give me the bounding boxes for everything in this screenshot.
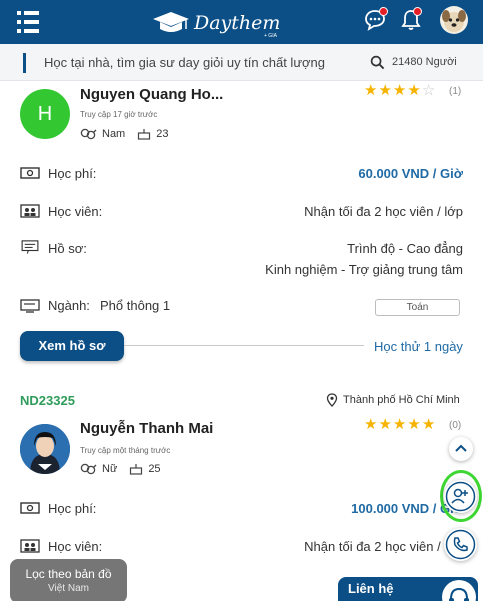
search-strip[interactable]: Học tại nhà, tìm gia sư day giỏi uy tín … <box>0 44 483 81</box>
map-filter-region: Việt Nam <box>48 583 89 594</box>
gender-text: Nữ <box>102 463 118 475</box>
add-user-icon <box>445 481 476 512</box>
daythem-logo[interactable]: Daythem + GIA <box>152 8 292 39</box>
avatar-initial: H <box>37 103 53 125</box>
location-text: Thành phố Hồ Chí Minh <box>343 394 460 406</box>
money-icon <box>20 502 40 514</box>
rating-count: (0) <box>449 420 462 431</box>
gender-age: Nữ 25 <box>80 463 161 475</box>
students-label: Học viên: <box>48 204 103 219</box>
cake-icon <box>138 129 151 140</box>
fee-label: Học phí: <box>48 166 97 181</box>
hamburger-menu-icon[interactable] <box>17 11 39 33</box>
students-value: Nhận tối đa 2 học viên / lớp <box>304 204 463 219</box>
add-user-button[interactable] <box>444 480 477 513</box>
search-icon[interactable] <box>370 55 385 70</box>
tutor-photo <box>20 424 70 474</box>
tutor-count: 21480 Người <box>392 56 457 68</box>
gender-text: Nam <box>102 128 126 140</box>
chevron-up-icon <box>455 444 467 452</box>
last-access: Truy cập 17 giờ trước <box>80 110 158 119</box>
money-icon <box>20 167 40 179</box>
map-filter-title: Lọc theo bản đồ <box>25 567 112 581</box>
call-button[interactable] <box>444 528 477 561</box>
subject-chip[interactable]: Toán <box>375 299 460 316</box>
user-avatar[interactable] <box>440 6 468 34</box>
trial-link[interactable]: Học thử 1 ngày <box>374 339 463 354</box>
rating-stars: ★★★★★ <box>364 416 437 433</box>
divider <box>124 345 364 346</box>
cake-icon <box>130 464 143 475</box>
fee-label: Học phí: <box>48 501 97 516</box>
tutor-avatar[interactable] <box>20 424 70 474</box>
graduation-cap-icon <box>153 12 189 32</box>
chat-badge <box>379 7 388 16</box>
tagline-text: Học tại nhà, tìm gia sư day giỏi uy tín … <box>44 55 326 70</box>
view-profile-button[interactable]: Xem hồ sơ <box>20 331 124 361</box>
contact-button[interactable]: Liên hệ <box>338 577 478 601</box>
headset-icon <box>442 580 476 601</box>
rating-stars: ★★★★☆ <box>364 82 437 99</box>
major-value: Phổ thông 1 <box>100 298 171 313</box>
profile-level: Trình độ - Cao đẳng <box>347 241 463 256</box>
students-label: Học viên: <box>48 539 103 554</box>
scroll-top-button[interactable] <box>449 437 473 461</box>
dog-avatar-icon <box>442 10 466 32</box>
fee-value: 60.000 VND / Giờ <box>358 166 463 181</box>
logo-text: Daythem <box>194 12 281 34</box>
accent-bar <box>23 53 26 73</box>
profile-icon <box>21 240 39 254</box>
gender-icon <box>80 463 97 475</box>
chat-icon[interactable] <box>363 7 388 32</box>
tutor-name[interactable]: Nguyễn Thanh Mai <box>80 420 213 437</box>
location: Thành phố Hồ Chí Minh <box>326 393 460 407</box>
major-label: Ngành: <box>48 298 90 313</box>
age-text: 25 <box>148 463 161 475</box>
tutor-code: ND23325 <box>20 393 75 408</box>
map-filter-button[interactable]: Lọc theo bản đồ Việt Nam <box>10 559 127 601</box>
students-value: Nhận tối đa 2 học viên / lớp <box>304 539 463 554</box>
gender-icon <box>80 128 97 140</box>
profile-label: Hồ sơ: <box>48 241 87 256</box>
gender-age: Nam 23 <box>80 128 168 140</box>
rating-count: (1) <box>449 86 462 97</box>
major-icon <box>20 299 40 313</box>
tutor-avatar[interactable]: H <box>20 89 70 139</box>
profile-experience: Kinh nghiệm - Trợ giảng trung tâm <box>265 262 463 277</box>
tutor-name[interactable]: Nguyen Quang Ho... <box>80 86 223 103</box>
students-icon <box>20 539 40 553</box>
app-header: Daythem + GIA <box>0 0 483 44</box>
notification-badge <box>413 7 422 16</box>
bell-icon[interactable] <box>399 7 423 32</box>
phone-icon <box>445 529 476 560</box>
students-icon <box>20 204 40 218</box>
contact-label: Liên hệ <box>348 581 394 596</box>
last-access: Truy cập một tháng trước <box>80 446 171 455</box>
age-text: 23 <box>156 128 169 140</box>
location-pin-icon <box>326 393 338 407</box>
logo-subtext: + GIA <box>264 33 277 39</box>
